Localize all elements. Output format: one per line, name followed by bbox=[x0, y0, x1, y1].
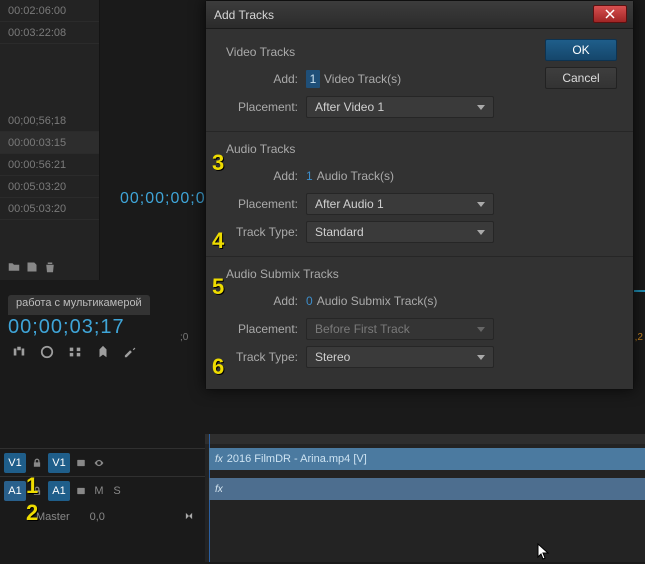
audio-track-header[interactable]: A1 A1 M S bbox=[0, 476, 205, 504]
divider bbox=[206, 131, 633, 132]
video-track-header[interactable]: V1 V1 bbox=[0, 448, 205, 476]
submix-add-input[interactable]: 0 bbox=[306, 294, 313, 308]
source-a1-toggle[interactable]: A1 bbox=[4, 481, 26, 501]
sequence-tab[interactable]: работа с мультикамерой bbox=[8, 295, 150, 315]
audio-add-input[interactable]: 1 bbox=[306, 169, 313, 183]
timeline-ruler[interactable] bbox=[205, 434, 645, 444]
sync-lock-icon[interactable] bbox=[74, 456, 88, 470]
video-add-input[interactable]: 1 bbox=[306, 70, 320, 88]
divider bbox=[206, 256, 633, 257]
video-placement-dropdown[interactable]: After Video 1 bbox=[306, 96, 494, 118]
bin-row[interactable]: 00:05:03:20 bbox=[0, 176, 99, 198]
bin-row[interactable]: 00:00:03:15 bbox=[0, 132, 99, 154]
lock-icon[interactable] bbox=[30, 456, 44, 470]
fx-badge: fx bbox=[215, 484, 223, 495]
add-tracks-dialog: Add Tracks OK Cancel Video Tracks Add: 1… bbox=[205, 0, 634, 390]
mute-toggle[interactable]: M bbox=[92, 484, 106, 498]
audio-add-unit: Audio Track(s) bbox=[317, 169, 394, 183]
video-placement-label: Placement: bbox=[226, 100, 306, 114]
audio-placement-label: Placement: bbox=[226, 197, 306, 211]
video-add-unit: Video Track(s) bbox=[324, 72, 401, 86]
settings-icon[interactable] bbox=[124, 345, 138, 362]
audio-tracks-section-label: Audio Tracks bbox=[226, 142, 617, 156]
bin-row[interactable]: 00:02:06:00 bbox=[0, 0, 99, 22]
project-toolbar bbox=[0, 258, 100, 278]
target-a1-toggle[interactable]: A1 bbox=[48, 481, 70, 501]
source-monitor-timecode: 00;00;00;00 bbox=[120, 190, 216, 208]
dialog-title-bar[interactable]: Add Tracks bbox=[206, 1, 633, 29]
ok-button[interactable]: OK bbox=[545, 39, 617, 61]
submix-type-label: Track Type: bbox=[226, 350, 306, 364]
master-track-header[interactable]: Master 0,0 bbox=[0, 504, 205, 530]
target-v1-toggle[interactable]: V1 bbox=[48, 453, 70, 473]
cancel-button[interactable]: Cancel bbox=[545, 67, 617, 89]
sync-lock-icon[interactable] bbox=[74, 484, 88, 498]
close-button[interactable] bbox=[593, 5, 627, 23]
dialog-body: OK Cancel Video Tracks Add: 1 Video Trac… bbox=[206, 29, 633, 389]
audio-type-dropdown[interactable]: Standard bbox=[306, 221, 494, 243]
timeline-header: 00;00;03;17 bbox=[0, 316, 205, 376]
marker-icon[interactable] bbox=[96, 345, 110, 362]
lock-icon[interactable] bbox=[30, 484, 44, 498]
source-v1-toggle[interactable]: V1 bbox=[4, 453, 26, 473]
ruler-tick: ;0 bbox=[180, 332, 188, 343]
bin-row[interactable]: 00:03:22:08 bbox=[0, 22, 99, 44]
submix-placement-dropdown: Before First Track bbox=[306, 318, 494, 340]
out-icon[interactable] bbox=[183, 511, 195, 524]
new-item-icon[interactable] bbox=[26, 261, 38, 276]
audio-placement-dropdown[interactable]: After Audio 1 bbox=[306, 193, 494, 215]
bin-row[interactable]: 00;00;56;18 bbox=[0, 110, 99, 132]
markers-icon[interactable] bbox=[68, 345, 82, 362]
video-clip[interactable]: fx 2016 FilmDR - Arina.mp4 [V] bbox=[209, 448, 645, 470]
snap-icon[interactable] bbox=[12, 345, 26, 362]
track-headers: V1 V1 A1 A1 M S Master 0,0 bbox=[0, 448, 205, 530]
timeline-canvas[interactable]: fx 2016 FilmDR - Arina.mp4 [V] fx bbox=[205, 434, 645, 562]
linked-selection-icon[interactable] bbox=[40, 345, 54, 362]
solo-toggle[interactable]: S bbox=[110, 484, 124, 498]
video-add-label: Add: bbox=[226, 72, 306, 86]
audio-type-label: Track Type: bbox=[226, 225, 306, 239]
master-label: Master bbox=[36, 511, 70, 523]
submix-tracks-section-label: Audio Submix Tracks bbox=[226, 267, 617, 281]
bin-row[interactable]: 00:00:56:21 bbox=[0, 154, 99, 176]
audio-add-label: Add: bbox=[226, 169, 306, 183]
clip-label: 2016 FilmDR - Arina.mp4 [V] bbox=[227, 453, 367, 465]
submix-add-label: Add: bbox=[226, 294, 306, 308]
fx-badge: fx bbox=[215, 454, 223, 465]
project-panel: 00:02:06:00 00:03:22:08 00;00;56;18 00:0… bbox=[0, 0, 100, 280]
submix-placement-label: Placement: bbox=[226, 322, 306, 336]
submix-type-dropdown[interactable]: Stereo bbox=[306, 346, 494, 368]
timeline-timecode[interactable]: 00;00;03;17 bbox=[8, 316, 205, 339]
trash-icon[interactable] bbox=[44, 261, 56, 276]
master-value[interactable]: 0,0 bbox=[90, 511, 105, 523]
dialog-title: Add Tracks bbox=[214, 8, 274, 22]
cursor-icon bbox=[537, 543, 551, 564]
audio-clip[interactable]: fx bbox=[209, 478, 645, 500]
bin-row[interactable]: 00:05:03:20 bbox=[0, 198, 99, 220]
submix-add-unit: Audio Submix Track(s) bbox=[317, 294, 438, 308]
folder-icon[interactable] bbox=[8, 261, 20, 276]
eye-icon[interactable] bbox=[92, 456, 106, 470]
marker-label: ,2 bbox=[635, 332, 643, 343]
